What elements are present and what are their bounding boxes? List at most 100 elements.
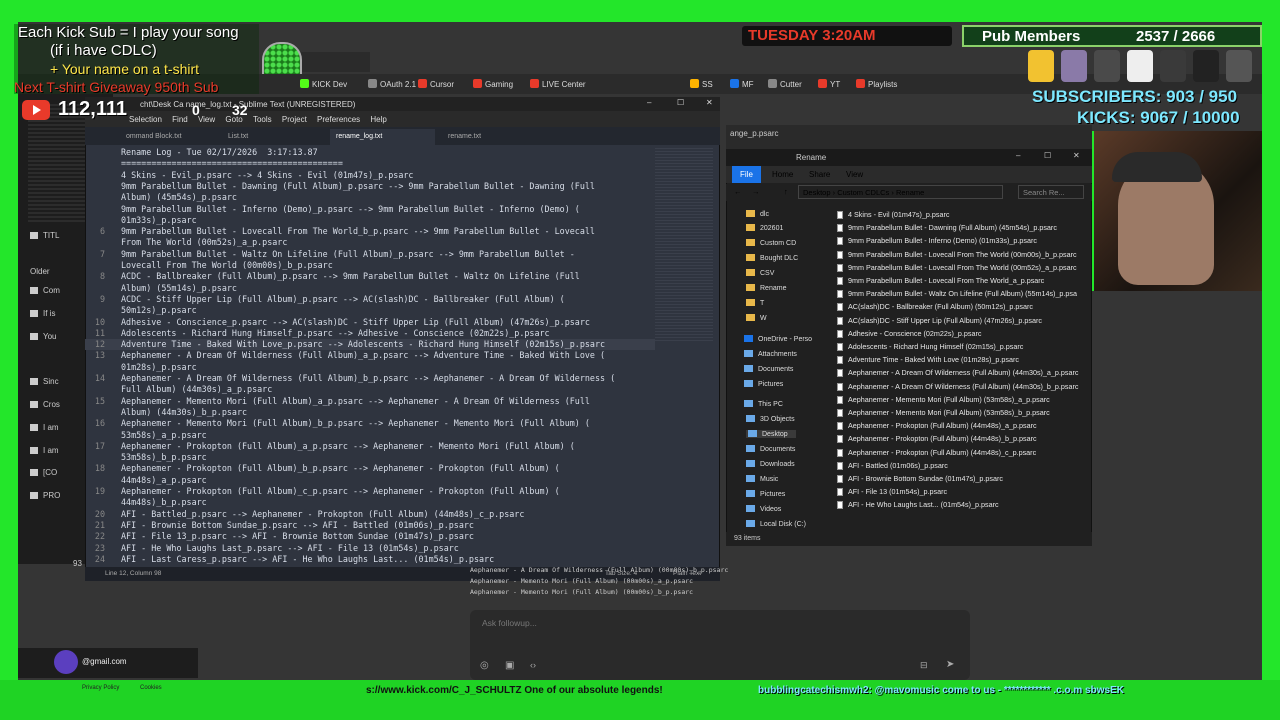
followup-input[interactable]: Ask followup...: [482, 618, 537, 628]
globe-icon[interactable]: ◎: [480, 660, 489, 671]
nav-item[interactable]: Desktop: [746, 430, 796, 438]
left-item[interactable]: Sinc: [30, 377, 59, 386]
cookies-link[interactable]: Cookies: [140, 685, 162, 691]
file-item[interactable]: 9mm Parabellum Bullet - Dawning (Full Al…: [837, 223, 1057, 233]
left-item[interactable]: Com: [30, 286, 60, 295]
code-editor[interactable]: Rename Log - Tue 02/17/2026 3:17:13.87 ==…: [85, 145, 655, 567]
nav-item[interactable]: dlc: [746, 210, 769, 218]
left-item[interactable]: You: [30, 332, 57, 341]
ribbon-file[interactable]: File: [732, 166, 761, 183]
left-item[interactable]: I am: [30, 423, 59, 432]
file-item[interactable]: Aephanemer - Memento Mori (Full Album) (…: [837, 395, 1050, 404]
bookmark-mf[interactable]: MF: [730, 79, 754, 89]
file-item[interactable]: AC(slash)DC - Ballbreaker (Full Album) (…: [837, 302, 1033, 312]
nav-item[interactable]: Pictures: [746, 490, 785, 498]
nav-item[interactable]: Pictures: [744, 380, 783, 388]
nav-item[interactable]: Local Disk (C:): [746, 520, 806, 528]
file-item[interactable]: 9mm Parabellum Bullet - Lovecall From Th…: [837, 276, 1044, 285]
file-item[interactable]: Adolescents - Richard Hung Himself (02m1…: [837, 342, 1023, 351]
nav-item[interactable]: This PC: [744, 400, 783, 408]
file-item[interactable]: 9mm Parabellum Bullet - Inferno (Demo) (…: [837, 236, 1037, 246]
maximize-button[interactable]: ☐: [1044, 151, 1051, 160]
up-icon[interactable]: ↑: [784, 187, 788, 196]
file-item[interactable]: 4 Skins - Evil (01m47s)_p.psarc: [837, 210, 949, 219]
nav-item[interactable]: W: [746, 314, 767, 322]
tab-rename-log[interactable]: rename_log.txt: [330, 129, 435, 145]
menu-project[interactable]: Project: [282, 115, 307, 124]
ribbon-share[interactable]: Share: [809, 170, 830, 179]
file-icon: [837, 343, 843, 351]
left-item[interactable]: If is: [30, 309, 55, 318]
file-item[interactable]: Aephanemer - Prokopton (Full Album) (44m…: [837, 421, 1037, 431]
file-item[interactable]: 9mm Parabellum Bullet - Lovecall From Th…: [837, 250, 1077, 259]
nav-item[interactable]: Documents: [744, 365, 793, 373]
file-item[interactable]: AC(slash)DC - Stiff Upper Lip (Full Albu…: [837, 316, 1042, 325]
left-item[interactable]: [CO: [30, 468, 57, 477]
file-item[interactable]: Aephanemer - Prokopton (Full Album) (44m…: [837, 448, 1036, 457]
ribbon-home[interactable]: Home: [772, 170, 793, 179]
nav-item[interactable]: 202601: [746, 224, 783, 232]
file-item[interactable]: AFI - File 13 (01m54s)_p.psarc: [837, 487, 947, 497]
attach-icon[interactable]: ⊟: [920, 660, 928, 671]
nav-item[interactable]: 3D Objects: [746, 415, 795, 423]
menu-help[interactable]: Help: [370, 115, 386, 124]
nav-item[interactable]: T: [746, 299, 764, 307]
ribbon-view[interactable]: View: [846, 170, 863, 179]
file-item[interactable]: Aephanemer - A Dream Of Wilderness (Full…: [837, 368, 1079, 378]
file-item[interactable]: Aephanemer - A Dream Of Wilderness (Full…: [837, 382, 1079, 391]
left-item[interactable]: Cros: [30, 400, 60, 409]
left-item[interactable]: TITL: [30, 231, 59, 240]
file-item[interactable]: 9mm Parabellum Bullet - Lovecall From Th…: [837, 263, 1077, 272]
file-item[interactable]: Adventure Time - Baked With Love (01m28s…: [837, 355, 1019, 365]
bookmark-playlists[interactable]: Playlists: [856, 79, 897, 89]
nav-item[interactable]: Bought DLC: [746, 254, 798, 262]
file-item[interactable]: 9mm Parabellum Bullet - Waltz On Lifelin…: [837, 289, 1077, 299]
nav-item[interactable]: Rename: [746, 284, 786, 292]
nav-item[interactable]: OneDrive - Perso: [744, 335, 812, 343]
nav-item[interactable]: CSV: [746, 269, 774, 277]
avatar[interactable]: [54, 650, 78, 674]
send-icon[interactable]: ➤: [946, 659, 954, 670]
file-item[interactable]: Aephanemer - Memento Mori (Full Album) (…: [837, 408, 1050, 417]
file-item[interactable]: Aephanemer - Prokopton (Full Album) (44m…: [837, 434, 1037, 444]
minimap[interactable]: [655, 148, 713, 343]
image-icon[interactable]: ▣: [505, 660, 514, 671]
minimize-button[interactable]: –: [1016, 151, 1020, 160]
nav-item[interactable]: Downloads: [746, 460, 795, 468]
bookmark-gaming[interactable]: Gaming: [473, 79, 513, 89]
bookmark-yt[interactable]: YT: [818, 79, 840, 89]
tab-rename[interactable]: rename.txt: [442, 129, 542, 145]
nav-item[interactable]: Music: [746, 475, 778, 483]
bookmark-kick-dev[interactable]: KICK Dev: [300, 79, 347, 89]
minimize-button[interactable]: –: [647, 98, 651, 107]
tab-command-block[interactable]: ommand Block.txt: [120, 129, 220, 145]
privacy-link[interactable]: Privacy Policy: [82, 685, 119, 691]
file-item[interactable]: AFI - Brownie Bottom Sundae (01m47s)_p.p…: [837, 474, 1003, 483]
maximize-button[interactable]: ☐: [677, 98, 684, 107]
menu-preferences[interactable]: Preferences: [317, 115, 360, 124]
line-text: AFI - Last Caress_p.psarc --> AFI - He W…: [121, 553, 495, 564]
close-button[interactable]: ✕: [1073, 151, 1080, 160]
tab-list[interactable]: List.txt: [222, 129, 322, 145]
address-path[interactable]: Desktop › Custom CDLCs › Rename: [798, 185, 1003, 199]
bookmark-live-center[interactable]: LIVE Center: [530, 79, 586, 89]
bookmark-cursor[interactable]: Cursor: [418, 79, 454, 89]
bookmark-ss[interactable]: SS: [690, 79, 713, 89]
nav-item[interactable]: Custom CD: [746, 239, 796, 247]
file-icon: [837, 263, 843, 272]
nav-item[interactable]: Videos: [746, 505, 781, 513]
back-icon[interactable]: ←: [734, 187, 742, 196]
file-item[interactable]: AFI - He Who Laughs Last... (01m54s)_p.p…: [837, 500, 999, 510]
bookmark-oauth[interactable]: OAuth 2.1: [368, 79, 416, 89]
left-item[interactable]: PRO: [30, 491, 60, 500]
nav-item[interactable]: Attachments: [744, 350, 797, 358]
nav-item[interactable]: Documents: [746, 445, 795, 453]
code-icon[interactable]: ‹›: [530, 660, 536, 670]
file-item[interactable]: Adhesive - Conscience (02m22s)_p.psarc: [837, 329, 981, 338]
bookmark-cutter[interactable]: Cutter: [768, 79, 802, 89]
left-item[interactable]: I am: [30, 446, 59, 455]
file-item[interactable]: AFI - Battled (01m06s)_p.psarc: [837, 461, 948, 470]
forward-icon[interactable]: →: [752, 187, 760, 196]
explorer-search[interactable]: Search Re...: [1018, 185, 1084, 199]
close-button[interactable]: ✕: [706, 98, 713, 107]
